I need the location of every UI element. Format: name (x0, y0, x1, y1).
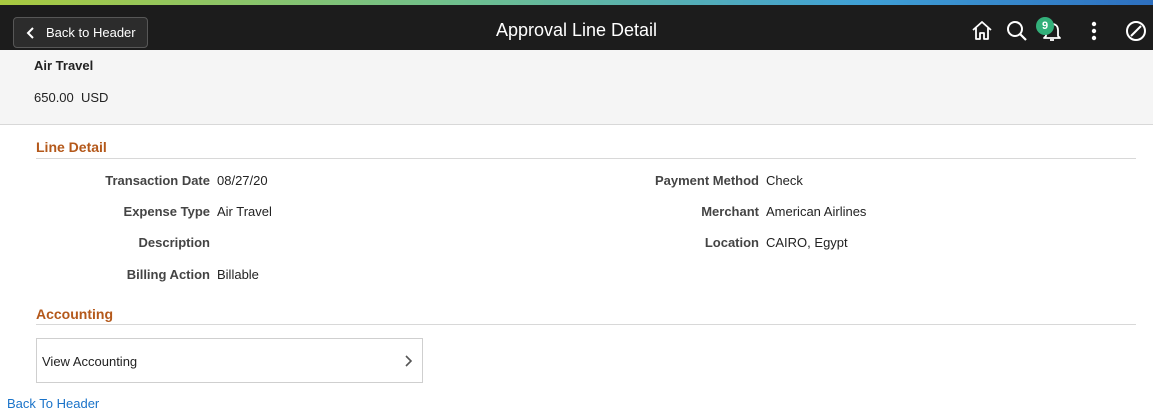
description-label: Description (138, 235, 210, 250)
section-divider (36, 324, 1136, 325)
location-label: Location (704, 235, 759, 250)
navbar-icon[interactable] (1124, 19, 1148, 43)
notification-count-badge: 9 (1036, 17, 1054, 35)
expense-type-value: Air Travel (217, 204, 272, 219)
payment-method-value: Check (766, 173, 803, 188)
chevron-right-icon (405, 355, 413, 367)
expense-amount: 650.00 USD (34, 90, 108, 105)
search-icon[interactable] (1005, 19, 1029, 43)
accounting-heading: Accounting (36, 306, 113, 322)
amount-value: 650.00 (34, 90, 74, 105)
back-to-header-link[interactable]: Back To Header (7, 396, 99, 411)
section-divider (36, 158, 1136, 159)
payment-method-label: Payment Method (654, 173, 759, 188)
view-accounting-label: View Accounting (42, 354, 138, 369)
expense-type-heading: Air Travel (34, 58, 94, 73)
transaction-date-value: 08/27/20 (217, 173, 268, 188)
top-navigation-bar: Back to Header Approval Line Detail 9 (0, 5, 1153, 50)
billing-action-label: Billing Action (126, 267, 210, 282)
currency-code: USD (81, 90, 109, 105)
line-detail-heading: Line Detail (36, 139, 107, 155)
home-icon[interactable] (970, 19, 994, 43)
transaction-date-label: Transaction Date (105, 173, 210, 188)
expense-summary: Air Travel 650.00 USD (0, 50, 1153, 125)
merchant-label: Merchant (701, 204, 759, 219)
actions-menu-icon[interactable] (1082, 19, 1106, 43)
merchant-value: American Airlines (766, 204, 867, 219)
view-accounting-row[interactable]: View Accounting (36, 338, 423, 383)
billing-action-value: Billable (217, 267, 259, 282)
location-value: CAIRO, Egypt (766, 235, 848, 250)
expense-type-label: Expense Type (123, 204, 210, 219)
